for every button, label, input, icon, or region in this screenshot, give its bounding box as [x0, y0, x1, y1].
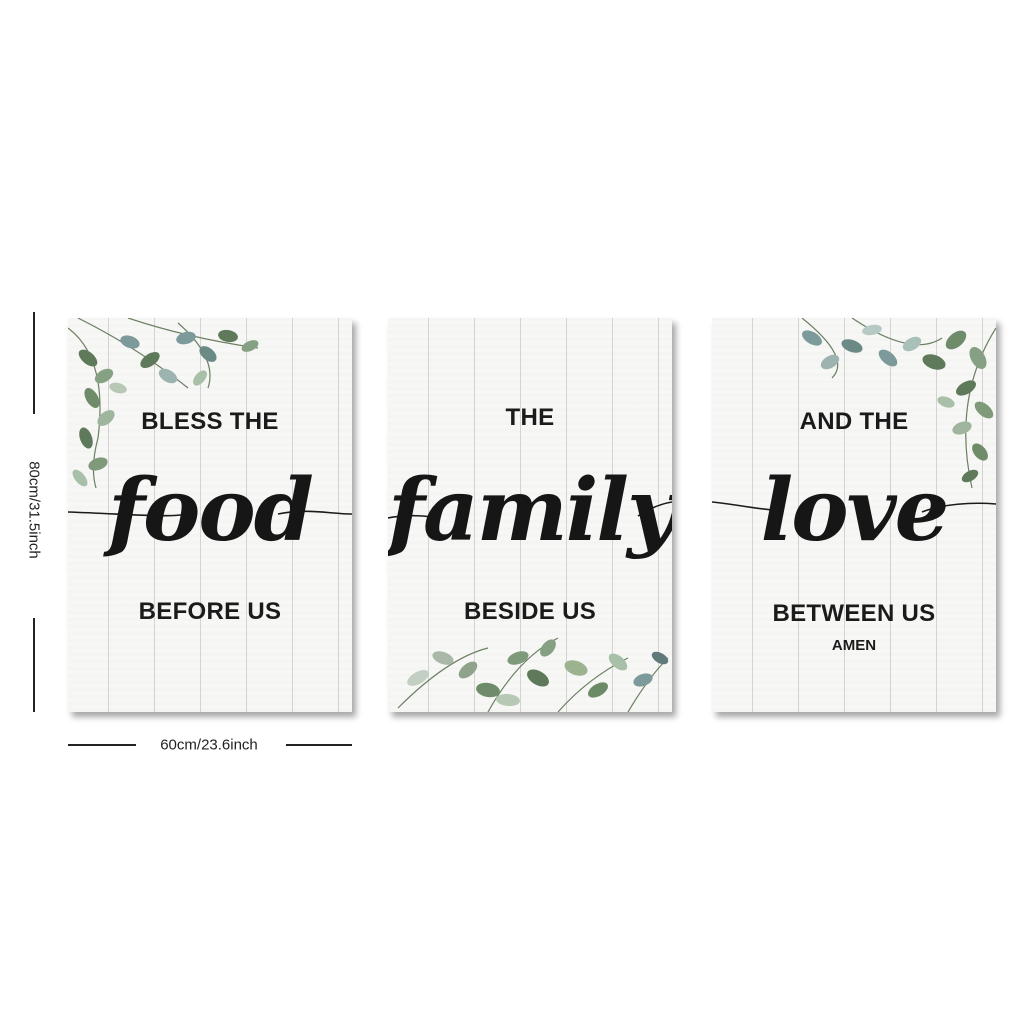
width-dimension-label: 60cm/23.6inch	[160, 736, 258, 754]
width-dimension-line-left	[68, 744, 136, 746]
panel-top-line: AND THE	[799, 408, 909, 435]
width-dimension-line-right	[286, 744, 352, 746]
canvas-panel-food: BLESS THE food BEFORE US	[68, 318, 352, 712]
height-dimension-line-top	[33, 312, 35, 414]
panel-top-line: BLESS THE	[141, 408, 279, 435]
height-dimension-label: 80cm/31.5inch	[25, 461, 43, 559]
canvas-panel-love: AND THE love BETWEEN US AMEN	[712, 318, 996, 712]
panel-script-word: food	[108, 460, 314, 561]
canvas-panel-family: THE family BESIDE US	[388, 318, 672, 712]
panel-script-word: family	[388, 460, 672, 561]
panel-script-word: love	[760, 460, 950, 561]
panel-bottom-line: BESIDE US	[463, 598, 597, 625]
panel-top-line: THE	[505, 404, 555, 431]
product-image: 80cm/31.5inch 60cm/23.6inch BLESS THE fo…	[0, 0, 1024, 1024]
panel-bottom-line: BEFORE US	[138, 598, 282, 625]
height-dimension-line-bottom	[33, 618, 35, 712]
panel-extra-line: AMEN	[831, 637, 877, 654]
panel-bottom-line: BETWEEN US	[772, 600, 936, 627]
